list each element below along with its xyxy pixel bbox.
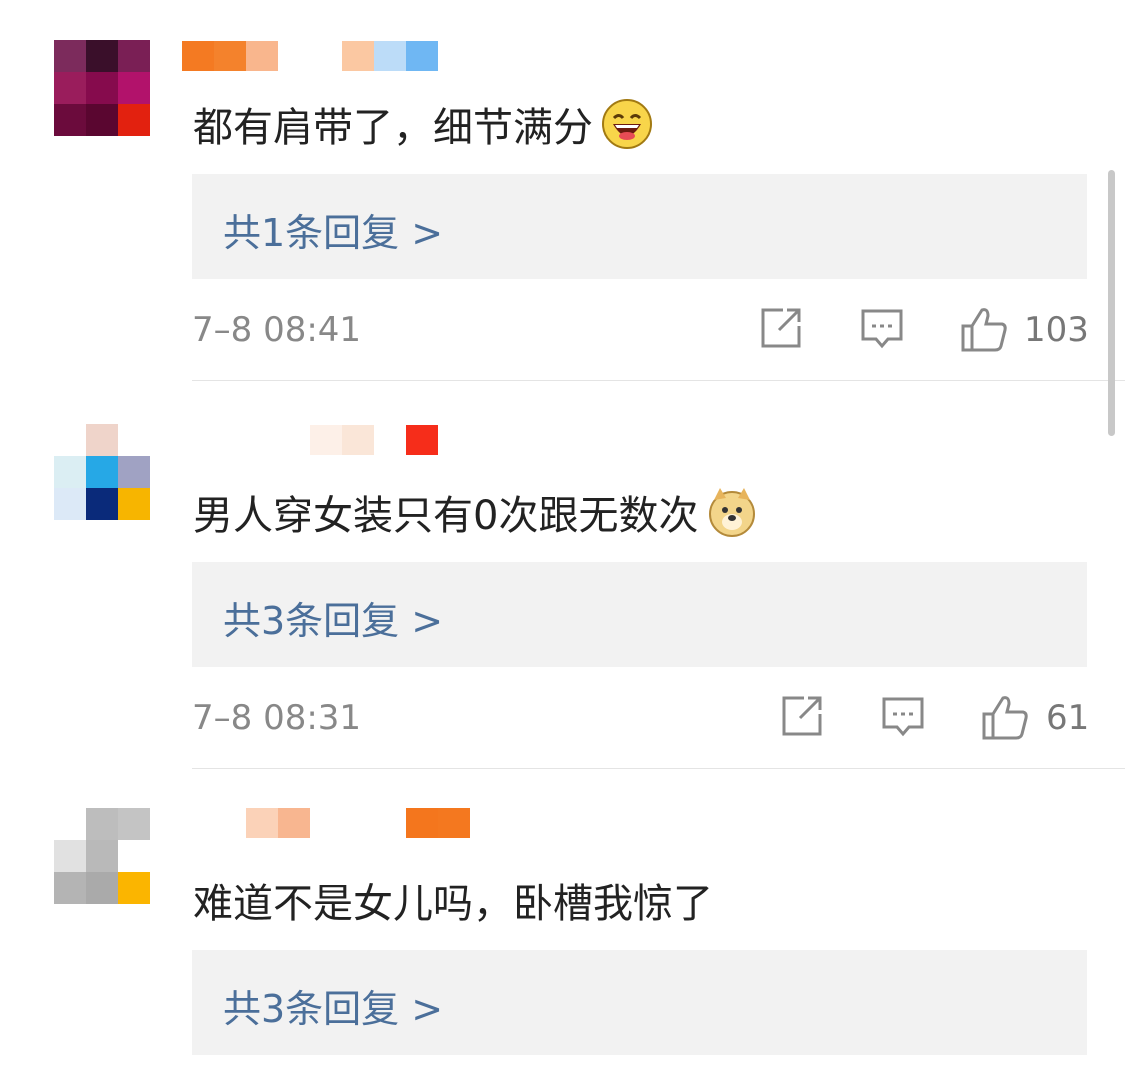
view-replies-link[interactable]: 共1条回复 > — [223, 202, 443, 257]
like-count: 61 — [1046, 698, 1090, 738]
comment-text-content: 难道不是女儿吗，卧槽我惊了 — [193, 881, 713, 927]
scrollbar[interactable] — [1108, 170, 1115, 436]
comment-text-content: 都有肩带了，细节满分 — [193, 105, 593, 151]
avatar[interactable] — [54, 808, 150, 904]
view-replies-link[interactable]: 共3条回复 > — [223, 978, 443, 1033]
avatar[interactable] — [54, 40, 150, 136]
like-count: 103 — [1024, 310, 1089, 350]
share-icon[interactable] — [759, 306, 803, 350]
like-icon[interactable] — [960, 306, 1008, 352]
comment-time: 7–8 08:31 — [192, 698, 362, 738]
comment-text: 难道不是女儿吗，卧槽我惊了 — [193, 872, 713, 928]
view-replies-link[interactable]: 共3条回复 > — [223, 590, 443, 645]
reply-summary[interactable]: 共3条回复 > — [192, 562, 1087, 667]
reply-summary[interactable]: 共3条回复 > — [192, 950, 1087, 1055]
comment-meta: 7–8 08:31 61 — [192, 694, 1090, 744]
comment-meta: 7–8 08:41 103 — [192, 306, 1089, 356]
comment-icon[interactable] — [860, 306, 904, 350]
doge-emoji-icon — [709, 488, 756, 537]
comment-text: 都有肩带了，细节满分 — [193, 96, 653, 152]
laughing-emoji-icon — [602, 99, 652, 149]
username-redacted[interactable] — [246, 808, 470, 838]
divider — [192, 380, 1125, 381]
username-redacted[interactable] — [182, 41, 438, 71]
share-icon[interactable] — [780, 694, 824, 738]
comment-text: 男人穿女装只有0次跟无数次 — [193, 484, 758, 540]
like-icon[interactable] — [981, 694, 1029, 740]
avatar[interactable] — [54, 424, 150, 520]
divider — [192, 768, 1125, 769]
comment-time: 7–8 08:41 — [192, 310, 362, 350]
comment-text-content: 男人穿女装只有0次跟无数次 — [193, 493, 699, 539]
username-redacted[interactable] — [310, 425, 438, 455]
reply-summary[interactable]: 共1条回复 > — [192, 174, 1087, 279]
comment-icon[interactable] — [881, 694, 925, 738]
